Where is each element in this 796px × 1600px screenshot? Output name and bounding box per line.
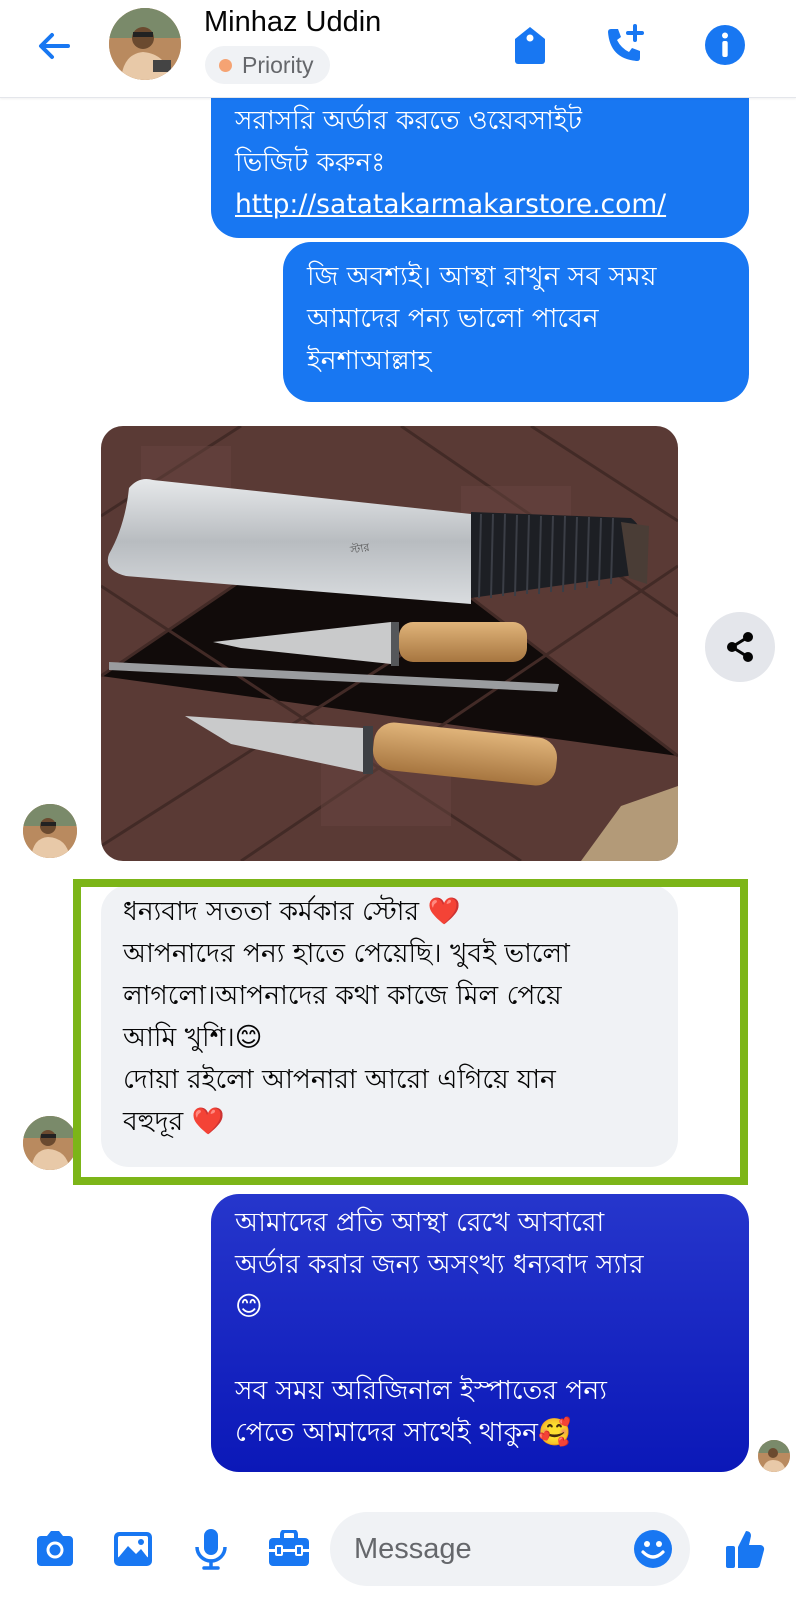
message-bubble-outgoing[interactable]: জি অবশ্যই। আস্থা রাখুন সব সময় আমাদের পন… (283, 242, 749, 402)
message-text: জি অবশ্যই। আস্থা রাখুন সব সময় আমাদের পন… (307, 261, 657, 376)
share-button[interactable] (705, 612, 775, 682)
call-add-icon[interactable] (600, 20, 650, 70)
emoji-icon[interactable] (628, 1524, 678, 1574)
info-icon[interactable] (700, 20, 750, 70)
priority-label: Priority (242, 51, 314, 78)
website-link[interactable]: http://satatakarmakarstore.com/ (235, 189, 666, 220)
message-text: আমাদের প্রতি আস্থা রেখে আবারো অর্ডার করা… (235, 1207, 644, 1448)
gallery-icon[interactable] (108, 1524, 158, 1574)
message-input[interactable] (354, 1512, 614, 1586)
message-field[interactable] (330, 1512, 690, 1586)
contact-avatar-small[interactable] (23, 1116, 77, 1170)
contact-name[interactable]: Minhaz Uddin (204, 6, 381, 39)
knife-photo[interactable]: স্টার (101, 426, 678, 861)
priority-badge[interactable]: Priority (205, 46, 330, 84)
contact-avatar[interactable] (109, 8, 181, 80)
contact-avatar-small[interactable] (23, 804, 77, 858)
message-composer (0, 1502, 796, 1600)
like-icon[interactable] (720, 1524, 770, 1574)
camera-icon[interactable] (30, 1524, 80, 1574)
message-bubble-outgoing[interactable]: আমাদের প্রতি আস্থা রেখে আবারো অর্ডার করা… (211, 1194, 749, 1472)
microphone-icon[interactable] (186, 1524, 236, 1574)
tag-icon[interactable] (505, 20, 555, 70)
priority-dot-icon (219, 58, 232, 72)
message-text: ধন্যবাদ সততা কর্মকার স্টোর ❤️ আপনাদের পন… (123, 896, 570, 1137)
message-bubble-incoming[interactable]: ধন্যবাদ সততা কর্মকার স্টোর ❤️ আপনাদের পন… (101, 885, 678, 1167)
back-arrow-icon[interactable] (30, 22, 78, 70)
message-text: সরাসরি অর্ডার করতে ওয়েবসাইট (235, 105, 582, 136)
seen-avatar (758, 1440, 790, 1472)
message-bubble-outgoing[interactable]: সরাসরি অর্ডার করতে ওয়েবসাইট ভিজিট করুনঃ… (211, 88, 749, 238)
message-text: ভিজিট করুনঃ (235, 147, 386, 178)
toolbox-icon[interactable] (264, 1524, 314, 1574)
conversation-header: Minhaz Uddin Priority (0, 0, 796, 98)
